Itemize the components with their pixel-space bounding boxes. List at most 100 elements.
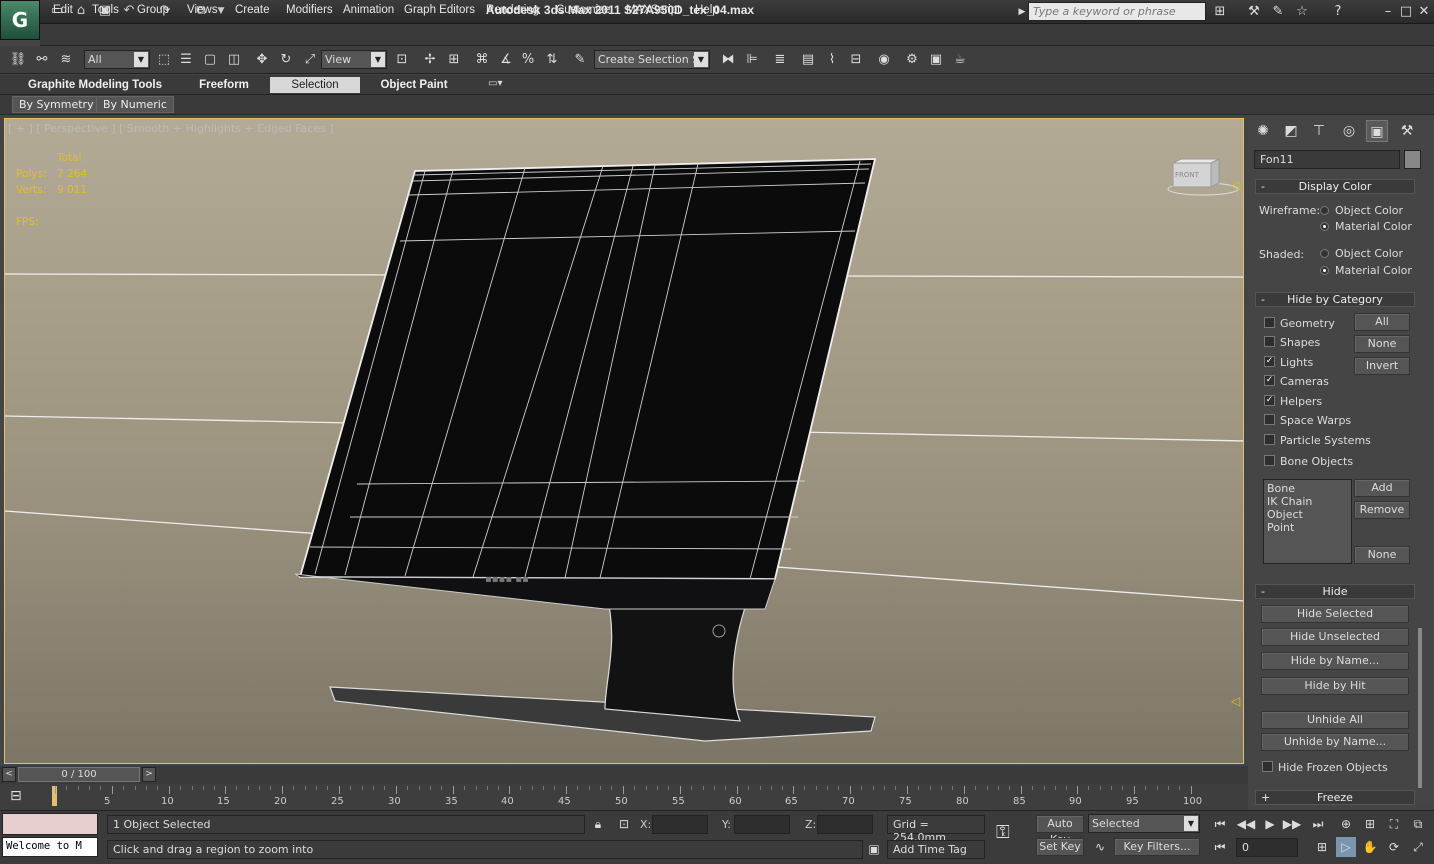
by-symmetry-button[interactable]: By Symmetry [12, 96, 101, 113]
selection-filter-dropdown[interactable]: All ▼ [84, 50, 150, 69]
hide-by-hit-button[interactable]: Hide by Hit [1261, 677, 1409, 695]
display-tab-icon[interactable]: ▣ [1366, 120, 1388, 142]
render-setup-icon[interactable]: ⚙ [902, 50, 922, 70]
menu-modifiers[interactable]: Modifiers [286, 4, 333, 16]
utilities-tab-icon[interactable]: ⚒ [1396, 120, 1418, 142]
tab-graphite-modeling-tools[interactable]: Graphite Modeling Tools [24, 77, 166, 93]
add-button[interactable]: Add [1354, 479, 1410, 497]
time-slider-next-icon[interactable]: > [142, 767, 156, 782]
menu-animation[interactable]: Animation [343, 4, 394, 16]
orbit-icon[interactable]: ⟳ [1384, 837, 1404, 857]
time-slider[interactable] [0, 766, 1248, 784]
absolute-mode-icon[interactable]: ⊡ [614, 814, 634, 834]
curve-editor-icon[interactable]: ⌇ [822, 50, 842, 70]
maxscript-listener[interactable]: Welcome to M [2, 837, 98, 857]
app-logo-icon[interactable]: G [0, 0, 40, 40]
auto-key-button[interactable]: Auto Key [1036, 815, 1084, 846]
time-slider-thumb[interactable]: 0 / 100 [18, 767, 140, 782]
manipulate-icon[interactable]: ✢ [420, 50, 440, 70]
lights-checkbox[interactable]: ✓ [1264, 356, 1275, 367]
hide-frozen-checkbox[interactable] [1262, 761, 1273, 772]
wireframe-object-color-radio[interactable] [1320, 206, 1329, 215]
menu-group[interactable]: Group [137, 4, 169, 16]
hide-selected-button[interactable]: Hide Selected [1261, 605, 1409, 623]
maximize-icon[interactable]: □ [1396, 3, 1416, 21]
add-time-tag[interactable]: Add Time Tag [887, 840, 985, 859]
align-icon[interactable]: ⊫ [742, 50, 762, 70]
hide-by-name-button[interactable]: Hide by Name... [1261, 652, 1409, 670]
schematic-view-icon[interactable]: ⊟ [846, 50, 866, 70]
none-button[interactable]: None [1354, 335, 1410, 353]
tab-object-paint[interactable]: Object Paint [370, 77, 458, 93]
snaps-toggle-icon[interactable]: ⌘ [472, 50, 492, 70]
open-file-icon[interactable]: ⌂ [72, 3, 90, 19]
particle-systems-checkbox[interactable] [1264, 434, 1275, 445]
menu-edit[interactable]: Edit [53, 4, 73, 16]
key-mode-dropdown[interactable]: Selected ▼ [1088, 814, 1200, 833]
z-coordinate-field[interactable] [817, 815, 873, 834]
bind-space-warp-icon[interactable]: ≋ [56, 50, 76, 70]
scale-icon[interactable]: ⤢ [300, 50, 320, 70]
move-icon[interactable]: ✥ [252, 50, 272, 70]
menu-views[interactable]: Views [187, 4, 217, 16]
viewport-label[interactable]: [ + ] [ Perspective ] [ Smooth + Highlig… [8, 122, 334, 135]
geometry-checkbox[interactable] [1264, 317, 1275, 328]
tab-freeform[interactable]: Freeform [182, 77, 266, 93]
space-warps-checkbox[interactable] [1264, 414, 1275, 425]
edit-named-selection-icon[interactable]: ✎ [570, 50, 590, 70]
zoom-all-icon[interactable]: ⊞ [1360, 814, 1380, 834]
maximize-viewport-icon[interactable]: ⤢ [1408, 837, 1428, 857]
minimize-icon[interactable]: – [1378, 3, 1398, 21]
spinner-snap-icon[interactable]: ⇅ [542, 50, 562, 70]
window-crossing-icon[interactable]: ◫ [224, 50, 244, 70]
mini-curve-editor-icon[interactable]: ⊟ [10, 788, 22, 804]
undo-icon[interactable]: ↶ [120, 3, 138, 19]
menu-create[interactable]: Create [235, 4, 270, 16]
previous-frame-icon[interactable]: ◀◀ [1236, 814, 1256, 834]
invert-button[interactable]: Invert [1354, 357, 1410, 375]
object-color-swatch[interactable] [1404, 150, 1421, 169]
pan-icon[interactable]: ✋ [1360, 837, 1380, 857]
category-list[interactable]: Bone IK Chain Object Point [1263, 479, 1352, 564]
time-configuration-icon[interactable]: ⊞ [1312, 837, 1332, 857]
percent-snap-icon[interactable]: % [518, 50, 538, 70]
search-input[interactable]: Type a keyword or phrase [1028, 2, 1206, 21]
current-frame-field[interactable]: 0 [1236, 838, 1298, 857]
shaded-material-color-radio[interactable] [1320, 266, 1329, 275]
menu-maxscript[interactable]: MAXScript [626, 4, 680, 16]
graphite-toggle-icon[interactable]: ▤ [798, 50, 818, 70]
cameras-checkbox[interactable]: ✓ [1264, 375, 1275, 386]
unhide-by-name-button[interactable]: Unhide by Name... [1261, 733, 1409, 751]
layer-manager-icon[interactable]: ≣ [770, 50, 790, 70]
mirror-icon[interactable]: ⧓ [718, 50, 738, 70]
render-production-icon[interactable]: ☕ [950, 50, 970, 70]
hierarchy-tab-icon[interactable]: ⊤ [1308, 120, 1330, 142]
hide-rollout[interactable]: - Hide [1255, 584, 1415, 599]
binoculars-icon[interactable]: ⊞ [1210, 3, 1230, 21]
subscription-icon[interactable]: ⚒ [1244, 3, 1264, 21]
menu-tools[interactable]: Tools [92, 4, 119, 16]
perspective-viewport[interactable]: ▪▪▪▪ ▪▪ FRONT ◁ ◁ [4, 118, 1244, 764]
next-frame-icon[interactable]: ▶▶ [1282, 814, 1302, 834]
menu-help[interactable]: Help [695, 4, 719, 16]
reference-coordinate-dropdown[interactable]: View ▼ [321, 50, 387, 69]
default-tangents-icon[interactable]: ∿ [1090, 837, 1110, 857]
bone-objects-checkbox[interactable] [1264, 455, 1275, 466]
help-icon[interactable]: ? [1328, 3, 1348, 21]
tab-selection[interactable]: Selection [270, 77, 360, 93]
close-icon[interactable]: ✕ [1414, 3, 1434, 21]
all-button[interactable]: All [1354, 313, 1410, 331]
menu-graph-editors[interactable]: Graph Editors [404, 4, 475, 16]
material-editor-icon[interactable]: ◉ [874, 50, 894, 70]
rendered-frame-icon[interactable]: ▣ [926, 50, 946, 70]
frame-ruler[interactable]: 5 10 15 20 25 30 35 40 45 50 55 60 65 70 75 80 85 90 95 100 [55, 786, 1202, 810]
menu-rendering[interactable]: Rendering [486, 4, 539, 16]
shaded-object-color-radio[interactable] [1320, 249, 1329, 258]
shapes-checkbox[interactable] [1264, 336, 1275, 347]
zoom-region-icon[interactable]: ▷ [1336, 837, 1356, 857]
named-selection-sets-dropdown[interactable]: Create Selection Se ▼ [594, 50, 710, 69]
select-object-icon[interactable]: ⬚ [154, 50, 174, 70]
modify-tab-icon[interactable]: ◩ [1280, 120, 1302, 142]
wireframe-material-color-radio[interactable] [1320, 222, 1329, 231]
favorites-icon[interactable]: ☆ [1292, 3, 1312, 21]
